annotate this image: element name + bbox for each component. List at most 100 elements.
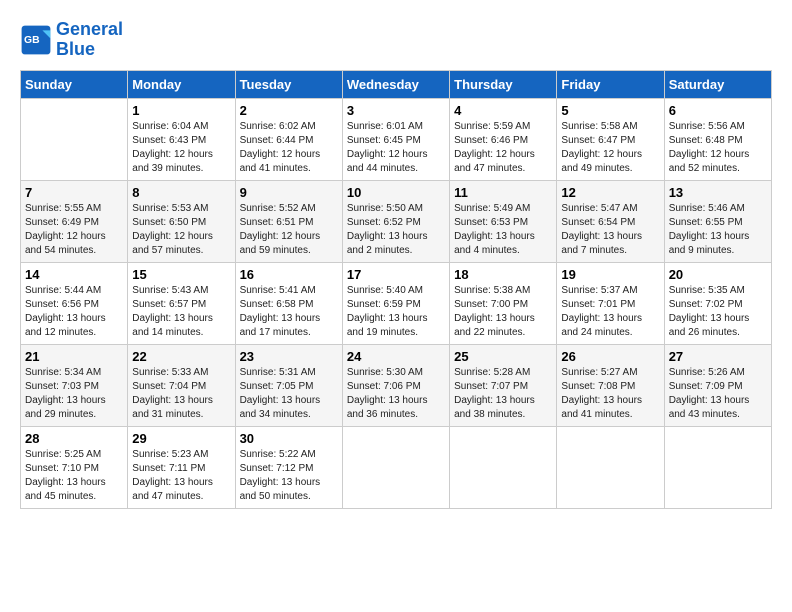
day-number: 1 xyxy=(132,103,230,118)
calendar-cell xyxy=(664,426,771,508)
day-number: 19 xyxy=(561,267,659,282)
calendar-cell: 22 Sunrise: 5:33 AMSunset: 7:04 PMDayligh… xyxy=(128,344,235,426)
calendar-cell: 21 Sunrise: 5:34 AMSunset: 7:03 PMDayligh… xyxy=(21,344,128,426)
calendar-cell: 18 Sunrise: 5:38 AMSunset: 7:00 PMDayligh… xyxy=(450,262,557,344)
day-info: Sunrise: 5:31 AMSunset: 7:05 PMDaylight:… xyxy=(240,366,338,422)
svg-text:GB: GB xyxy=(24,35,40,46)
day-number: 12 xyxy=(561,185,659,200)
day-number: 5 xyxy=(561,103,659,118)
day-number: 28 xyxy=(25,431,123,446)
day-number: 11 xyxy=(454,185,552,200)
day-info: Sunrise: 5:50 AMSunset: 6:52 PMDaylight:… xyxy=(347,202,445,258)
day-info: Sunrise: 6:04 AMSunset: 6:43 PMDaylight:… xyxy=(132,120,230,176)
calendar-week-row: 21 Sunrise: 5:34 AMSunset: 7:03 PMDayligh… xyxy=(21,344,772,426)
day-number: 13 xyxy=(669,185,767,200)
day-info: Sunrise: 6:02 AMSunset: 6:44 PMDaylight:… xyxy=(240,120,338,176)
weekday-header-friday: Friday xyxy=(557,70,664,98)
calendar-cell: 12 Sunrise: 5:47 AMSunset: 6:54 PMDayligh… xyxy=(557,180,664,262)
logo-line2: Blue xyxy=(56,39,95,59)
day-info: Sunrise: 5:44 AMSunset: 6:56 PMDaylight:… xyxy=(25,284,123,340)
calendar-cell: 26 Sunrise: 5:27 AMSunset: 7:08 PMDayligh… xyxy=(557,344,664,426)
day-info: Sunrise: 5:27 AMSunset: 7:08 PMDaylight:… xyxy=(561,366,659,422)
day-number: 24 xyxy=(347,349,445,364)
calendar-cell: 20 Sunrise: 5:35 AMSunset: 7:02 PMDayligh… xyxy=(664,262,771,344)
day-info: Sunrise: 5:59 AMSunset: 6:46 PMDaylight:… xyxy=(454,120,552,176)
day-number: 30 xyxy=(240,431,338,446)
weekday-header-wednesday: Wednesday xyxy=(342,70,449,98)
day-info: Sunrise: 5:26 AMSunset: 7:09 PMDaylight:… xyxy=(669,366,767,422)
day-number: 29 xyxy=(132,431,230,446)
day-number: 4 xyxy=(454,103,552,118)
weekday-header-monday: Monday xyxy=(128,70,235,98)
calendar-cell: 5 Sunrise: 5:58 AMSunset: 6:47 PMDaylight… xyxy=(557,98,664,180)
day-number: 9 xyxy=(240,185,338,200)
day-number: 18 xyxy=(454,267,552,282)
day-info: Sunrise: 5:33 AMSunset: 7:04 PMDaylight:… xyxy=(132,366,230,422)
calendar-week-row: 7 Sunrise: 5:55 AMSunset: 6:49 PMDaylight… xyxy=(21,180,772,262)
calendar-header-row: SundayMondayTuesdayWednesdayThursdayFrid… xyxy=(21,70,772,98)
day-number: 3 xyxy=(347,103,445,118)
day-number: 22 xyxy=(132,349,230,364)
day-info: Sunrise: 5:23 AMSunset: 7:11 PMDaylight:… xyxy=(132,448,230,504)
day-number: 16 xyxy=(240,267,338,282)
calendar-cell: 6Sunrise: 5:56 AMSunset: 6:48 PMDaylight… xyxy=(664,98,771,180)
day-number: 25 xyxy=(454,349,552,364)
day-info: Sunrise: 5:46 AMSunset: 6:55 PMDaylight:… xyxy=(669,202,767,258)
day-number: 27 xyxy=(669,349,767,364)
calendar-cell xyxy=(450,426,557,508)
day-info: Sunrise: 6:01 AMSunset: 6:45 PMDaylight:… xyxy=(347,120,445,176)
day-info: Sunrise: 5:56 AMSunset: 6:48 PMDaylight:… xyxy=(669,120,767,176)
day-number: 23 xyxy=(240,349,338,364)
calendar-cell: 13 Sunrise: 5:46 AMSunset: 6:55 PMDayligh… xyxy=(664,180,771,262)
calendar-cell: 11Sunrise: 5:49 AMSunset: 6:53 PMDayligh… xyxy=(450,180,557,262)
calendar-cell: 28 Sunrise: 5:25 AMSunset: 7:10 PMDayligh… xyxy=(21,426,128,508)
calendar-cell: 3 Sunrise: 6:01 AMSunset: 6:45 PMDaylight… xyxy=(342,98,449,180)
day-info: Sunrise: 5:28 AMSunset: 7:07 PMDaylight:… xyxy=(454,366,552,422)
calendar-table: SundayMondayTuesdayWednesdayThursdayFrid… xyxy=(20,70,772,509)
day-info: Sunrise: 5:41 AMSunset: 6:58 PMDaylight:… xyxy=(240,284,338,340)
day-number: 21 xyxy=(25,349,123,364)
day-info: Sunrise: 5:34 AMSunset: 7:03 PMDaylight:… xyxy=(25,366,123,422)
calendar-cell: 30 Sunrise: 5:22 AMSunset: 7:12 PMDayligh… xyxy=(235,426,342,508)
calendar-week-row: 1 Sunrise: 6:04 AMSunset: 6:43 PMDaylight… xyxy=(21,98,772,180)
calendar-cell xyxy=(342,426,449,508)
day-number: 20 xyxy=(669,267,767,282)
day-info: Sunrise: 5:40 AMSunset: 6:59 PMDaylight:… xyxy=(347,284,445,340)
page-header: GB General Blue xyxy=(20,20,772,60)
day-info: Sunrise: 5:47 AMSunset: 6:54 PMDaylight:… xyxy=(561,202,659,258)
day-info: Sunrise: 5:37 AMSunset: 7:01 PMDaylight:… xyxy=(561,284,659,340)
day-info: Sunrise: 5:38 AMSunset: 7:00 PMDaylight:… xyxy=(454,284,552,340)
calendar-cell: 25 Sunrise: 5:28 AMSunset: 7:07 PMDayligh… xyxy=(450,344,557,426)
calendar-cell: 19 Sunrise: 5:37 AMSunset: 7:01 PMDayligh… xyxy=(557,262,664,344)
logo-icon: GB xyxy=(20,24,52,56)
calendar-cell: 4 Sunrise: 5:59 AMSunset: 6:46 PMDaylight… xyxy=(450,98,557,180)
day-number: 8 xyxy=(132,185,230,200)
calendar-cell: 27 Sunrise: 5:26 AMSunset: 7:09 PMDayligh… xyxy=(664,344,771,426)
day-info: Sunrise: 5:58 AMSunset: 6:47 PMDaylight:… xyxy=(561,120,659,176)
weekday-header-saturday: Saturday xyxy=(664,70,771,98)
calendar-cell: 15 Sunrise: 5:43 AMSunset: 6:57 PMDayligh… xyxy=(128,262,235,344)
calendar-cell: 14 Sunrise: 5:44 AMSunset: 6:56 PMDayligh… xyxy=(21,262,128,344)
weekday-header-tuesday: Tuesday xyxy=(235,70,342,98)
weekday-header-thursday: Thursday xyxy=(450,70,557,98)
day-number: 15 xyxy=(132,267,230,282)
day-info: Sunrise: 5:52 AMSunset: 6:51 PMDaylight:… xyxy=(240,202,338,258)
calendar-cell: 9 Sunrise: 5:52 AMSunset: 6:51 PMDaylight… xyxy=(235,180,342,262)
day-info: Sunrise: 5:25 AMSunset: 7:10 PMDaylight:… xyxy=(25,448,123,504)
calendar-cell: 8Sunrise: 5:53 AMSunset: 6:50 PMDaylight… xyxy=(128,180,235,262)
day-info: Sunrise: 5:43 AMSunset: 6:57 PMDaylight:… xyxy=(132,284,230,340)
day-info: Sunrise: 5:35 AMSunset: 7:02 PMDaylight:… xyxy=(669,284,767,340)
day-number: 7 xyxy=(25,185,123,200)
weekday-header-sunday: Sunday xyxy=(21,70,128,98)
logo: GB General Blue xyxy=(20,20,123,60)
calendar-cell xyxy=(557,426,664,508)
calendar-week-row: 28 Sunrise: 5:25 AMSunset: 7:10 PMDayligh… xyxy=(21,426,772,508)
day-number: 10 xyxy=(347,185,445,200)
day-number: 14 xyxy=(25,267,123,282)
day-number: 2 xyxy=(240,103,338,118)
day-info: Sunrise: 5:22 AMSunset: 7:12 PMDaylight:… xyxy=(240,448,338,504)
logo-line1: General xyxy=(56,19,123,39)
calendar-cell: 2 Sunrise: 6:02 AMSunset: 6:44 PMDaylight… xyxy=(235,98,342,180)
day-number: 26 xyxy=(561,349,659,364)
day-info: Sunrise: 5:55 AMSunset: 6:49 PMDaylight:… xyxy=(25,202,123,258)
